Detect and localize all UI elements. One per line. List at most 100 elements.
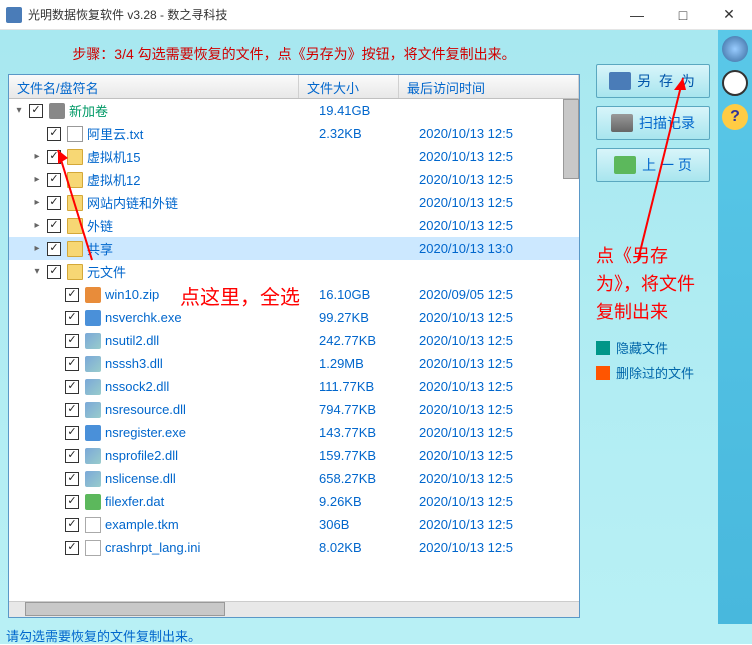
file-checkbox[interactable] <box>47 150 61 164</box>
settings-icon[interactable] <box>722 36 748 62</box>
file-size: 658.27KB <box>319 471 419 486</box>
file-name: nsprofile2.dll <box>105 448 319 463</box>
file-row[interactable]: 阿里云.txt2.32KB2020/10/13 12:5 <box>9 122 579 145</box>
file-row[interactable]: nsprofile2.dll159.77KB2020/10/13 12:5 <box>9 444 579 467</box>
legend-hidden-color <box>596 341 610 355</box>
file-checkbox[interactable] <box>47 173 61 187</box>
expand-toggle[interactable]: ▸ <box>31 220 43 231</box>
file-size: 111.77KB <box>319 379 419 394</box>
file-name: nslicense.dll <box>105 471 319 486</box>
folder-icon <box>67 264 83 280</box>
file-row[interactable]: nsverchk.exe99.27KB2020/10/13 12:5 <box>9 306 579 329</box>
file-checkbox[interactable] <box>65 334 79 348</box>
qq-icon[interactable] <box>722 70 748 96</box>
legend: 隐藏文件 删除过的文件 <box>596 338 710 382</box>
file-checkbox[interactable] <box>65 495 79 509</box>
file-time: 2020/10/13 12:5 <box>419 379 579 394</box>
file-checkbox[interactable] <box>65 541 79 555</box>
file-checkbox[interactable] <box>65 472 79 486</box>
file-row[interactable]: ▸外链2020/10/13 12:5 <box>9 214 579 237</box>
file-time: 2020/10/13 12:5 <box>419 517 579 532</box>
expand-toggle[interactable]: ▾ <box>31 266 43 277</box>
file-row[interactable]: example.tkm306B2020/10/13 12:5 <box>9 513 579 536</box>
file-checkbox[interactable] <box>65 403 79 417</box>
file-row[interactable]: ▸虚拟机122020/10/13 12:5 <box>9 168 579 191</box>
file-row[interactable]: nssock2.dll111.77KB2020/10/13 12:5 <box>9 375 579 398</box>
file-row[interactable]: ▾元文件 <box>9 260 579 283</box>
header-size[interactable]: 文件大小 <box>299 75 399 98</box>
file-time: 2020/10/13 12:5 <box>419 494 579 509</box>
file-row[interactable]: ▸ 网站内链和外链 2020/10/13 12:5 <box>9 191 579 214</box>
file-checkbox[interactable] <box>47 265 61 279</box>
file-time: 2020/10/13 12:5 <box>419 126 579 141</box>
file-name: win10.zip <box>105 287 319 302</box>
file-time: 2020/10/13 12:5 <box>419 333 579 348</box>
header-time[interactable]: 最后访问时间 <box>399 75 579 98</box>
file-time: 2020/10/13 12:5 <box>419 218 579 233</box>
file-row[interactable]: nsresource.dll794.77KB2020/10/13 12:5 <box>9 398 579 421</box>
save-as-button[interactable]: 另 存 为 <box>596 64 710 98</box>
file-row[interactable]: nsutil2.dll242.77KB2020/10/13 12:5 <box>9 329 579 352</box>
txt-icon <box>67 126 83 142</box>
file-name: 共享 <box>87 239 319 258</box>
file-row[interactable]: win10.zip16.10GB2020/09/05 12:5 <box>9 283 579 306</box>
file-name: nsverchk.exe <box>105 310 319 325</box>
expand-toggle[interactable]: ▾ <box>13 105 25 116</box>
gen-icon <box>85 517 101 533</box>
expand-toggle[interactable]: ▸ <box>31 174 43 185</box>
scrollbar-thumb[interactable] <box>563 99 579 179</box>
scan-log-button[interactable]: 扫描记录 <box>596 106 710 140</box>
file-checkbox[interactable] <box>65 311 79 325</box>
file-time: 2020/10/13 12:5 <box>419 471 579 486</box>
file-checkbox[interactable] <box>65 380 79 394</box>
file-row[interactable]: nslicense.dll658.27KB2020/10/13 12:5 <box>9 467 579 490</box>
file-size: 794.77KB <box>319 402 419 417</box>
file-checkbox[interactable] <box>47 219 61 233</box>
file-checkbox[interactable] <box>65 288 79 302</box>
file-name: 虚拟机12 <box>87 170 319 189</box>
file-time: 2020/10/13 12:5 <box>419 195 579 210</box>
file-checkbox[interactable] <box>65 426 79 440</box>
header-name[interactable]: 文件名/盘符名 <box>9 75 299 98</box>
file-name: filexfer.dat <box>105 494 319 509</box>
file-row[interactable]: filexfer.dat9.26KB2020/10/13 12:5 <box>9 490 579 513</box>
file-size: 306B <box>319 517 419 532</box>
file-row[interactable]: nsssh3.dll1.29MB2020/10/13 12:5 <box>9 352 579 375</box>
dll-icon <box>85 333 101 349</box>
file-checkbox[interactable] <box>47 242 61 256</box>
scan-log-label: 扫描记录 <box>639 113 695 133</box>
file-checkbox[interactable] <box>47 196 61 210</box>
file-name: example.tkm <box>105 517 319 532</box>
horizontal-scrollbar[interactable] <box>9 601 579 617</box>
close-button[interactable]: ✕ <box>706 0 752 30</box>
file-name: 网站内链和外链 <box>87 193 319 212</box>
file-row[interactable]: crashrpt_lang.ini8.02KB2020/10/13 12:5 <box>9 536 579 559</box>
file-row[interactable]: ▸共享2020/10/13 13:0 <box>9 237 579 260</box>
folder-icon <box>67 241 83 257</box>
maximize-button[interactable]: □ <box>660 0 706 30</box>
file-size: 1.29MB <box>319 356 419 371</box>
prev-page-button[interactable]: 上 一 页 <box>596 148 710 182</box>
file-row[interactable]: ▸虚拟机152020/10/13 12:5 <box>9 145 579 168</box>
expand-toggle[interactable]: ▸ <box>31 243 43 254</box>
expand-toggle[interactable]: ▸ <box>31 197 43 208</box>
file-checkbox[interactable] <box>29 104 43 118</box>
file-checkbox[interactable] <box>65 449 79 463</box>
file-size: 159.77KB <box>319 448 419 463</box>
file-row[interactable]: ▾ 新加卷19.41GB <box>9 99 579 122</box>
file-checkbox[interactable] <box>65 357 79 371</box>
folder-icon <box>67 218 83 234</box>
expand-toggle[interactable]: ▸ <box>31 151 43 162</box>
help-icon[interactable]: ? <box>722 104 748 130</box>
file-checkbox[interactable] <box>47 127 61 141</box>
file-size: 19.41GB <box>319 103 419 118</box>
h-scrollbar-thumb[interactable] <box>25 602 225 616</box>
file-name: 新加卷 <box>69 101 319 120</box>
file-checkbox[interactable] <box>65 518 79 532</box>
minimize-button[interactable]: — <box>614 0 660 30</box>
file-list-panel: 文件名/盘符名 文件大小 最后访问时间 ▾ 新加卷19.41GB 阿里云.txt2.… <box>8 74 580 618</box>
camera-icon <box>611 114 633 132</box>
file-list[interactable]: ▾新加卷19.41GB阿里云.txt2.32KB2020/10/13 12:5▸… <box>9 99 579 601</box>
file-row[interactable]: nsregister.exe143.77KB2020/10/13 12:5 <box>9 421 579 444</box>
file-time: 2020/10/13 12:5 <box>419 149 579 164</box>
